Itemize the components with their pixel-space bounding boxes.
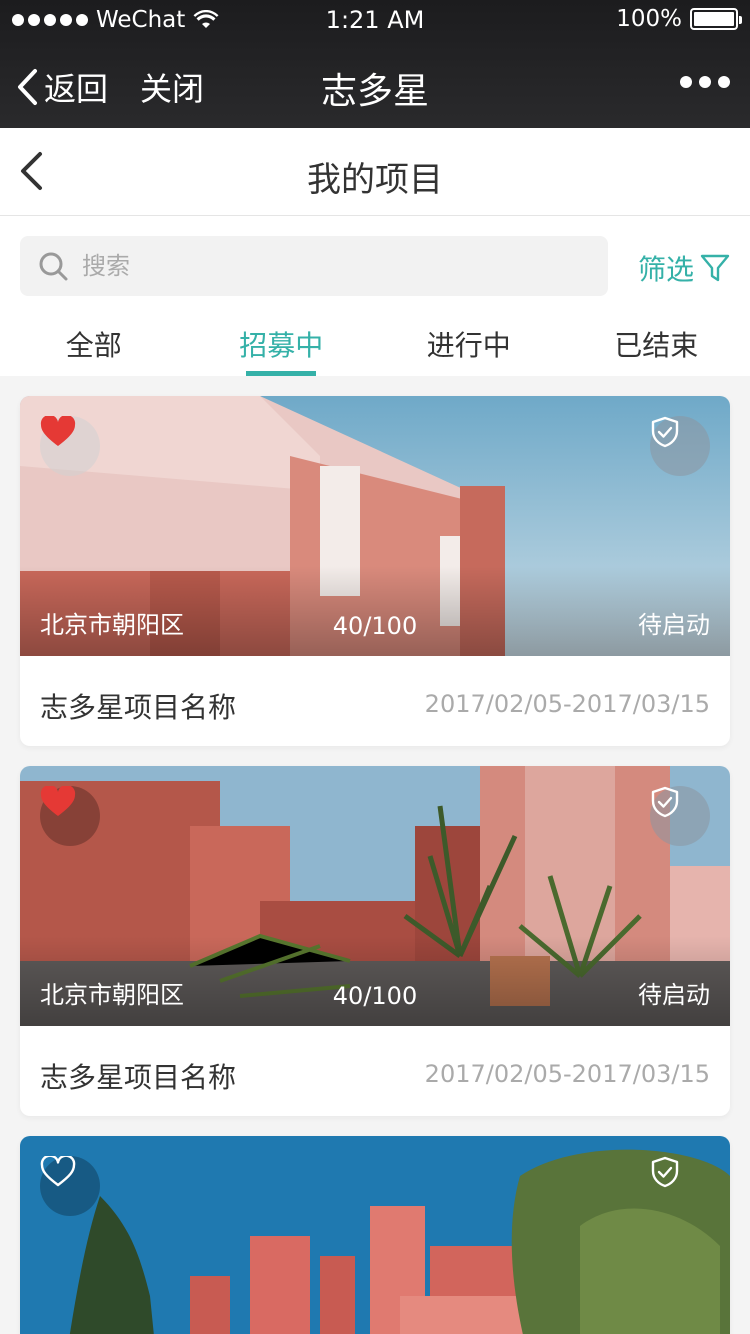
wechat-header: WeChat 1:21 AM 100% 返回 关闭 志多星 xyxy=(0,0,750,128)
tab-ended[interactable]: 已结束 xyxy=(563,316,750,376)
project-card[interactable]: 北京市朝阳区 40/100 待启动 志多星项目名称 2017/02/05-201… xyxy=(20,396,730,746)
project-name: 志多星项目名称 xyxy=(40,691,237,724)
heart-filled-icon xyxy=(40,786,76,816)
battery-status: 100% xyxy=(616,6,742,32)
filter-button[interactable]: 筛选 xyxy=(638,248,730,288)
tab-recruiting[interactable]: 招募中 xyxy=(188,316,376,376)
project-info: 志多星项目名称 2017/02/05-2017/03/15 xyxy=(20,1026,730,1116)
filter-label: 筛选 xyxy=(637,253,694,286)
chevron-left-icon xyxy=(18,69,37,105)
project-status: 待启动 xyxy=(638,981,710,1009)
project-name: 志多星项目名称 xyxy=(40,1061,237,1094)
heart-filled-icon xyxy=(40,416,76,446)
project-volunteer-count: 40/100 xyxy=(332,982,418,1010)
filter-icon xyxy=(700,254,730,282)
project-photo-image xyxy=(20,1136,730,1334)
wechat-back-button[interactable]: 返回 xyxy=(16,64,108,110)
wechat-title: 志多星 xyxy=(320,71,429,112)
status-bar: WeChat 1:21 AM 100% xyxy=(0,0,750,40)
project-date-range: 2017/02/05-2017/03/15 xyxy=(424,690,710,718)
favorite-button[interactable] xyxy=(40,786,100,846)
search-bar: 筛选 xyxy=(0,216,750,316)
shield-check-icon xyxy=(651,1156,679,1188)
battery-icon xyxy=(690,8,742,30)
shield-check-icon xyxy=(651,416,679,448)
tab-all[interactable]: 全部 xyxy=(0,316,188,376)
favorite-button[interactable] xyxy=(40,416,100,476)
page-header: 我的项目 xyxy=(0,128,750,216)
project-card[interactable]: 北京市朝阳区 40/100 待启动 志多星项目名称 2017/02/05-201… xyxy=(20,766,730,1116)
search-box[interactable] xyxy=(20,236,608,296)
wechat-close-button[interactable]: 关闭 xyxy=(140,64,204,110)
status-tabs: 全部 招募中 进行中 已结束 xyxy=(0,316,750,376)
project-info: 志多星项目名称 2017/02/05-2017/03/15 xyxy=(20,656,730,746)
favorite-button[interactable] xyxy=(40,1156,100,1216)
verified-badge xyxy=(650,416,710,476)
verified-badge xyxy=(650,786,710,846)
heart-outline-icon xyxy=(40,1156,76,1187)
wechat-nav-bar: 返回 关闭 志多星 xyxy=(0,40,750,128)
page-title: 我的项目 xyxy=(307,160,443,200)
battery-percent: 100% xyxy=(616,6,682,32)
chevron-left-icon xyxy=(21,152,42,190)
verified-badge xyxy=(650,1156,710,1216)
project-card[interactable] xyxy=(20,1136,730,1334)
page-back-button[interactable] xyxy=(18,150,44,196)
search-input[interactable] xyxy=(82,236,592,296)
project-volunteer-count: 40/100 xyxy=(332,612,418,640)
wechat-back-label: 返回 xyxy=(44,70,109,108)
more-options-button[interactable] xyxy=(680,76,730,88)
project-status: 待启动 xyxy=(638,611,710,639)
shield-check-icon xyxy=(651,786,679,818)
project-photo: 北京市朝阳区 40/100 待启动 xyxy=(20,766,730,1026)
project-photo xyxy=(20,1136,730,1334)
tab-in-progress[interactable]: 进行中 xyxy=(375,316,563,376)
project-list: 北京市朝阳区 40/100 待启动 志多星项目名称 2017/02/05-201… xyxy=(0,376,750,1334)
project-date-range: 2017/02/05-2017/03/15 xyxy=(424,1060,710,1088)
search-icon xyxy=(39,252,68,281)
project-photo: 北京市朝阳区 40/100 待启动 xyxy=(20,396,730,656)
